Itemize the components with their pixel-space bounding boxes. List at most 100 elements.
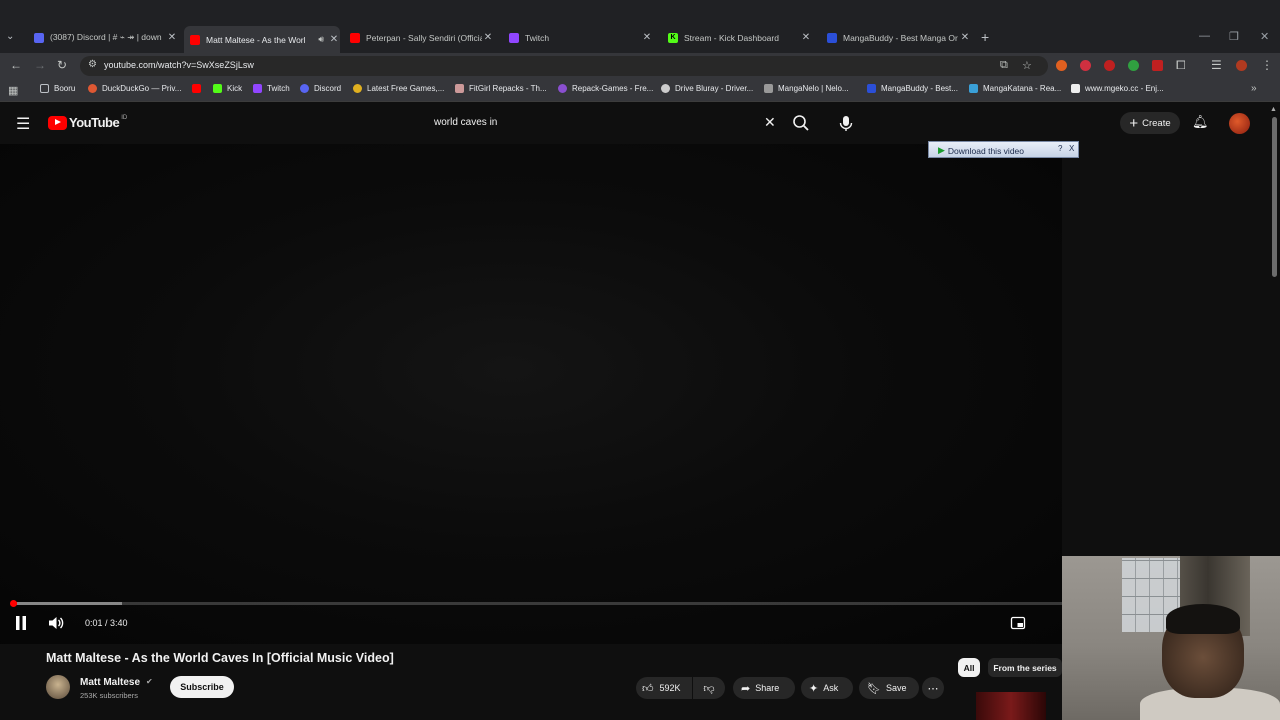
channel-avatar[interactable] [46,675,70,699]
scroll-up-icon[interactable]: ▲ [1270,106,1277,113]
download-video-bar[interactable]: ▶ Download this video ? X [928,141,1079,158]
tab-mangabuddy[interactable]: MangaBuddy - Best Manga Or ✕ [821,26,971,49]
manganelo-icon [764,84,773,93]
search-icon[interactable] [791,113,811,133]
bookmark-item[interactable]: FitGirl Repacks - Th... [455,84,547,93]
chip-from-the-series[interactable]: From the series [988,658,1062,677]
share-button[interactable]: ➦ Share [733,677,795,699]
download-help-button[interactable]: ? [1058,144,1062,153]
tab-youtube-active[interactable]: Matt Maltese - As the Worl 🔊︎ ✕ [184,26,340,53]
bookmark-item[interactable]: MangaKatana - Rea... [969,84,1061,93]
reading-list-icon[interactable]: ☰ [1211,58,1222,72]
close-icon[interactable]: ✕ [959,32,971,43]
extensions-puzzle-icon[interactable]: ⧠ [1176,58,1186,73]
extension-icon[interactable] [1104,60,1115,71]
menu-kebab-icon[interactable]: ⋮ [1261,58,1273,72]
tab-peterpan[interactable]: Peterpan - Sally Sendiri (Officia ✕ [344,26,494,49]
channel-name[interactable]: Matt Maltese [80,677,140,688]
search-input[interactable]: world caves in ✕ [425,111,785,135]
bookmark-label: Repack-Games - Fre... [572,84,654,93]
close-icon[interactable]: ✕ [641,32,653,43]
progress-bar[interactable] [12,602,1062,605]
pause-icon[interactable] [14,615,28,631]
more-actions-button[interactable]: ⋯ [922,677,944,699]
clear-search-icon[interactable]: ✕ [764,114,776,131]
extension-icon[interactable] [1080,60,1091,71]
tab-twitch[interactable]: Twitch ✕ [503,26,653,49]
bookmark-item[interactable]: DuckDuckGo — Priv... [88,84,181,93]
time-total: 3:40 [110,618,128,628]
address-bar[interactable]: ⚙︎ youtube.com/watch?v=SwXseZSjLsw ⧉ ☆ [80,56,1048,76]
site-info-icon[interactable]: ⚙︎ [88,59,97,70]
bookmark-label: Latest Free Games,... [367,84,445,93]
mgeko-icon [1071,84,1080,93]
bookmark-star-icon[interactable]: ☆ [1022,59,1032,72]
more-bookmarks-icon[interactable]: » [1251,83,1257,94]
restore-icon[interactable]: ❐ [1229,30,1239,43]
window-close-icon[interactable]: ✕ [1260,30,1269,43]
dislike-button[interactable]: 👎︎ [693,677,725,699]
speaker-icon[interactable]: 🔊︎ [318,34,324,45]
close-icon[interactable]: ✕ [328,34,340,45]
bookmark-item[interactable]: MangaNelo | Nelo... [764,84,849,93]
tab-discord[interactable]: (3087) Discord | # ⌁ ↠ | down ✕ [28,26,178,49]
forward-icon[interactable]: → [34,58,46,72]
recommendation-thumbnail[interactable] [976,692,1046,720]
bookmark-item[interactable]: Kick [213,84,242,93]
webcam-overlay [1062,556,1280,720]
youtube-logo[interactable]: YouTube ID [48,115,127,130]
verified-icon: ✔︎ [146,677,153,686]
extension-icon[interactable] [1128,60,1139,71]
tab-kick[interactable]: K Stream - Kick Dashboard ✕ [662,26,812,49]
download-play-icon: ▶ [938,145,945,155]
account-avatar[interactable] [1229,113,1250,134]
page-scrollbar[interactable] [1272,117,1277,277]
youtube-icon [350,32,360,43]
bookmark-item[interactable]: Discord [300,84,341,93]
kick-icon [213,84,222,93]
bookmark-item[interactable]: Booru [40,84,75,93]
bookmark-label: MangaNelo | Nelo... [778,84,849,93]
close-icon[interactable]: ✕ [166,32,178,43]
profile-avatar[interactable] [1236,60,1247,71]
volume-icon[interactable] [48,615,64,631]
youtube-icon [190,34,200,45]
sparkle-icon: ✦ [809,682,819,695]
bookmark-item[interactable] [192,84,206,93]
download-close-button[interactable]: X [1069,144,1074,153]
back-icon[interactable]: ← [10,58,22,72]
share-arrow-icon: ➦ [741,682,751,695]
minimize-icon[interactable]: — [1199,30,1210,42]
create-button[interactable]: + Create [1120,112,1180,134]
bookmark-item[interactable]: MangaBuddy - Best... [867,84,958,93]
bookmark-item[interactable]: Twitch [253,84,290,93]
tab-search-icon[interactable]: ⌄ [6,31,14,42]
ask-button[interactable]: ✦ Ask [801,677,853,699]
subscribe-button[interactable]: Subscribe [170,676,234,698]
bookmark-item[interactable]: Drive Bluray - Driver... [661,84,753,93]
browser-tab-strip: ⌄ (3087) Discord | # ⌁ ↠ | down ✕ Matt M… [0,0,1280,53]
bookmark-item[interactable]: www.mgeko.cc - Enj... [1071,84,1164,93]
like-button[interactable]: 👍︎ 592K [636,677,692,699]
bookmark-label: FitGirl Repacks - Th... [469,84,547,93]
guide-menu-icon[interactable]: ☰ [16,114,30,134]
close-icon[interactable]: ✕ [800,32,812,43]
bookmark-item[interactable]: Latest Free Games,... [353,84,444,93]
reload-icon[interactable]: ↻ [57,58,67,72]
kick-icon: K [668,32,678,43]
extension-icon[interactable] [1056,60,1067,71]
extension-icon[interactable] [1152,60,1163,71]
apps-grid-icon[interactable]: ▦ [8,84,18,97]
new-tab-icon[interactable]: + [981,29,989,45]
scrubber-handle[interactable] [10,600,17,607]
close-icon[interactable]: ✕ [482,32,494,43]
bookmark-item[interactable]: Repack-Games - Fre... [558,84,653,93]
chip-all[interactable]: All [958,658,980,677]
tab-title: Twitch [525,32,550,43]
save-button[interactable]: 🔖︎ Save [859,677,919,699]
microphone-icon[interactable] [836,113,856,133]
miniplayer-icon[interactable] [1010,615,1026,631]
video-player[interactable] [0,144,1062,644]
install-app-icon[interactable]: ⧉ [1000,59,1008,72]
notifications-bell-icon[interactable]: 🔔︎ [1192,114,1209,130]
